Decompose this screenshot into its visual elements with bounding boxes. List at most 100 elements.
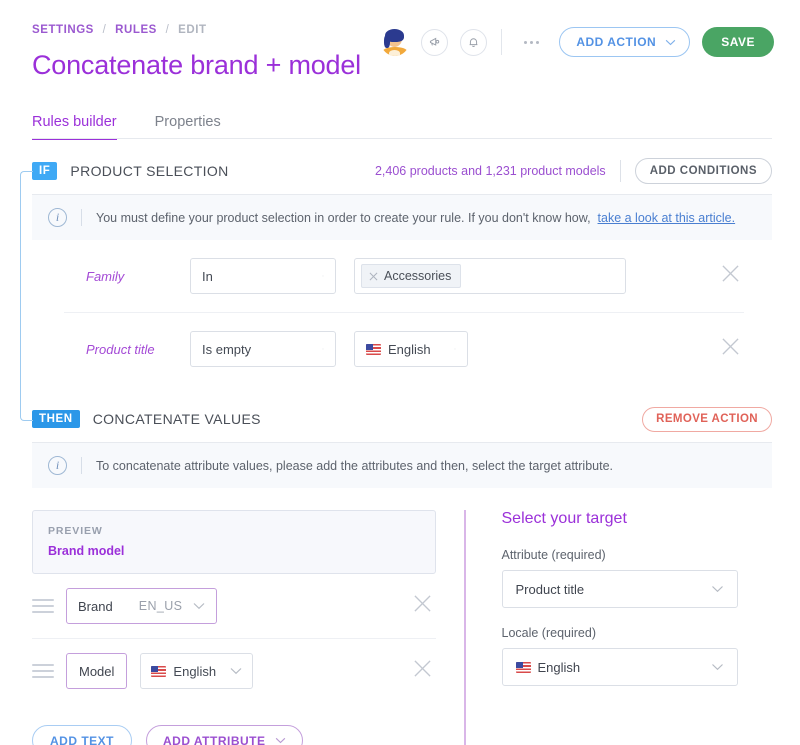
add-conditions-button[interactable]: ADD CONDITIONS: [635, 158, 772, 184]
target-attribute-label: Attribute (required): [502, 548, 773, 562]
save-button[interactable]: SAVE: [702, 27, 774, 57]
condition-field-label: Product title: [64, 342, 190, 357]
tag-label: Accessories: [384, 269, 451, 283]
attribute-locale-select[interactable]: English: [140, 653, 253, 689]
if-section-title: PRODUCT SELECTION: [70, 163, 228, 179]
page-header: SETTINGS / RULES / EDIT Concatenate bran…: [0, 0, 800, 100]
bell-icon[interactable]: [460, 29, 487, 56]
add-action-label: ADD ACTION: [576, 35, 656, 49]
if-section-header: IF PRODUCT SELECTION 2,406 products and …: [0, 159, 800, 183]
attributes-column: PREVIEW Brand model Brand EN_US: [32, 510, 462, 745]
remove-condition-button[interactable]: [721, 264, 744, 288]
then-info-text: To concatenate attribute values, please …: [96, 459, 613, 473]
then-badge: THEN: [32, 410, 80, 428]
tab-properties[interactable]: Properties: [155, 114, 221, 139]
chevron-down-icon: [193, 602, 205, 610]
attribute-actions: ADD TEXT ADD ATTRIBUTE: [32, 725, 436, 745]
chevron-down-icon: [665, 39, 676, 46]
header-divider: [620, 160, 621, 182]
then-body: PREVIEW Brand model Brand EN_US: [32, 510, 772, 745]
user-avatar[interactable]: [381, 28, 409, 56]
condition-row: Family In Accessories: [64, 240, 744, 312]
condition-value-tagfield[interactable]: Accessories: [354, 258, 626, 294]
rule-builder-area: IF PRODUCT SELECTION 2,406 products and …: [0, 159, 800, 745]
target-locale-label: Locale (required): [502, 626, 773, 640]
if-info-text: You must define your product selection i…: [96, 211, 735, 225]
chevron-down-icon: [312, 272, 324, 280]
chevron-down-icon: [444, 345, 456, 353]
condition-operator-select[interactable]: Is empty: [190, 331, 336, 367]
preview-box: PREVIEW Brand model: [32, 510, 436, 574]
preview-label: PREVIEW: [48, 525, 420, 537]
preview-value: Brand model: [48, 544, 420, 558]
rule-editor-page: SETTINGS / RULES / EDIT Concatenate bran…: [0, 0, 800, 745]
megaphone-icon[interactable]: [421, 29, 448, 56]
add-text-button[interactable]: ADD TEXT: [32, 725, 132, 745]
tab-rules-builder[interactable]: Rules builder: [32, 114, 117, 139]
attribute-row: Model English: [32, 638, 436, 703]
close-icon[interactable]: [369, 272, 378, 281]
condition-locale-select[interactable]: English: [354, 331, 468, 367]
more-options-icon[interactable]: [516, 41, 547, 44]
target-column: Select your target Attribute (required) …: [466, 510, 773, 745]
drag-handle-icon[interactable]: [32, 599, 54, 613]
target-locale-value: English: [538, 660, 581, 675]
close-icon: [413, 594, 432, 613]
info-icon: i: [48, 208, 67, 227]
chevron-down-icon: [275, 737, 286, 744]
target-attribute-select[interactable]: Product title: [502, 570, 738, 608]
remove-condition-button[interactable]: [721, 337, 744, 361]
remove-attribute-button[interactable]: [413, 594, 436, 618]
attribute-locale: EN_US: [139, 599, 183, 613]
condition-locale-value: English: [388, 342, 431, 357]
attribute-select[interactable]: Brand EN_US: [66, 588, 217, 624]
tab-bar: Rules builder Properties: [32, 114, 772, 139]
condition-operator-select[interactable]: In: [190, 258, 336, 294]
add-attribute-label: ADD ATTRIBUTE: [163, 734, 266, 745]
breadcrumb-item-settings[interactable]: SETTINGS: [32, 24, 94, 36]
chevron-down-icon: [230, 667, 242, 675]
then-info-banner: i To concatenate attribute values, pleas…: [32, 443, 772, 488]
breadcrumb-item-rules[interactable]: RULES: [115, 24, 157, 36]
condition-operator-value: In: [202, 269, 213, 284]
chevron-down-icon: [312, 345, 324, 353]
if-badge: IF: [32, 162, 57, 180]
info-divider: [81, 209, 82, 226]
us-flag-icon: [366, 344, 381, 355]
remove-attribute-button[interactable]: [413, 659, 436, 683]
target-attribute-value: Product title: [516, 582, 585, 597]
attribute-locale: English: [173, 664, 216, 679]
remove-action-button[interactable]: REMOVE ACTION: [642, 407, 772, 432]
close-icon: [721, 337, 740, 356]
info-icon: i: [48, 456, 67, 475]
target-locale-select[interactable]: English: [502, 648, 738, 686]
breadcrumb-separator: /: [166, 24, 170, 36]
us-flag-icon: [151, 666, 166, 677]
attribute-row: Brand EN_US: [32, 574, 436, 638]
attribute-select[interactable]: Model: [66, 653, 127, 689]
breadcrumb-item-edit: EDIT: [178, 24, 206, 36]
header-actions: ADD ACTION SAVE: [381, 27, 774, 57]
close-icon: [413, 659, 432, 678]
chevron-down-icon: [711, 663, 724, 671]
if-info-banner: i You must define your product selection…: [32, 195, 772, 240]
add-action-button[interactable]: ADD ACTION: [559, 27, 690, 57]
product-count-text: 2,406 products and 1,231 product models: [375, 164, 606, 178]
if-info-link[interactable]: take a look at this article.: [598, 211, 736, 225]
chevron-down-icon: [711, 585, 724, 593]
add-attribute-button[interactable]: ADD ATTRIBUTE: [146, 725, 303, 745]
drag-handle-icon[interactable]: [32, 664, 54, 678]
header-divider: [501, 29, 502, 55]
tag-accessories[interactable]: Accessories: [361, 264, 461, 288]
breadcrumb-separator: /: [103, 24, 107, 36]
save-label: SAVE: [721, 35, 755, 49]
condition-field-label: Family: [64, 269, 190, 284]
if-panel: i You must define your product selection…: [32, 194, 772, 385]
condition-row: Product title Is empty English: [64, 312, 744, 385]
close-icon: [721, 264, 740, 283]
condition-operator-value: Is empty: [202, 342, 251, 357]
us-flag-icon: [516, 662, 531, 673]
then-section-header: THEN CONCATENATE VALUES REMOVE ACTION: [0, 407, 800, 431]
if-then-connector: [20, 171, 33, 421]
then-panel: i To concatenate attribute values, pleas…: [32, 442, 772, 488]
